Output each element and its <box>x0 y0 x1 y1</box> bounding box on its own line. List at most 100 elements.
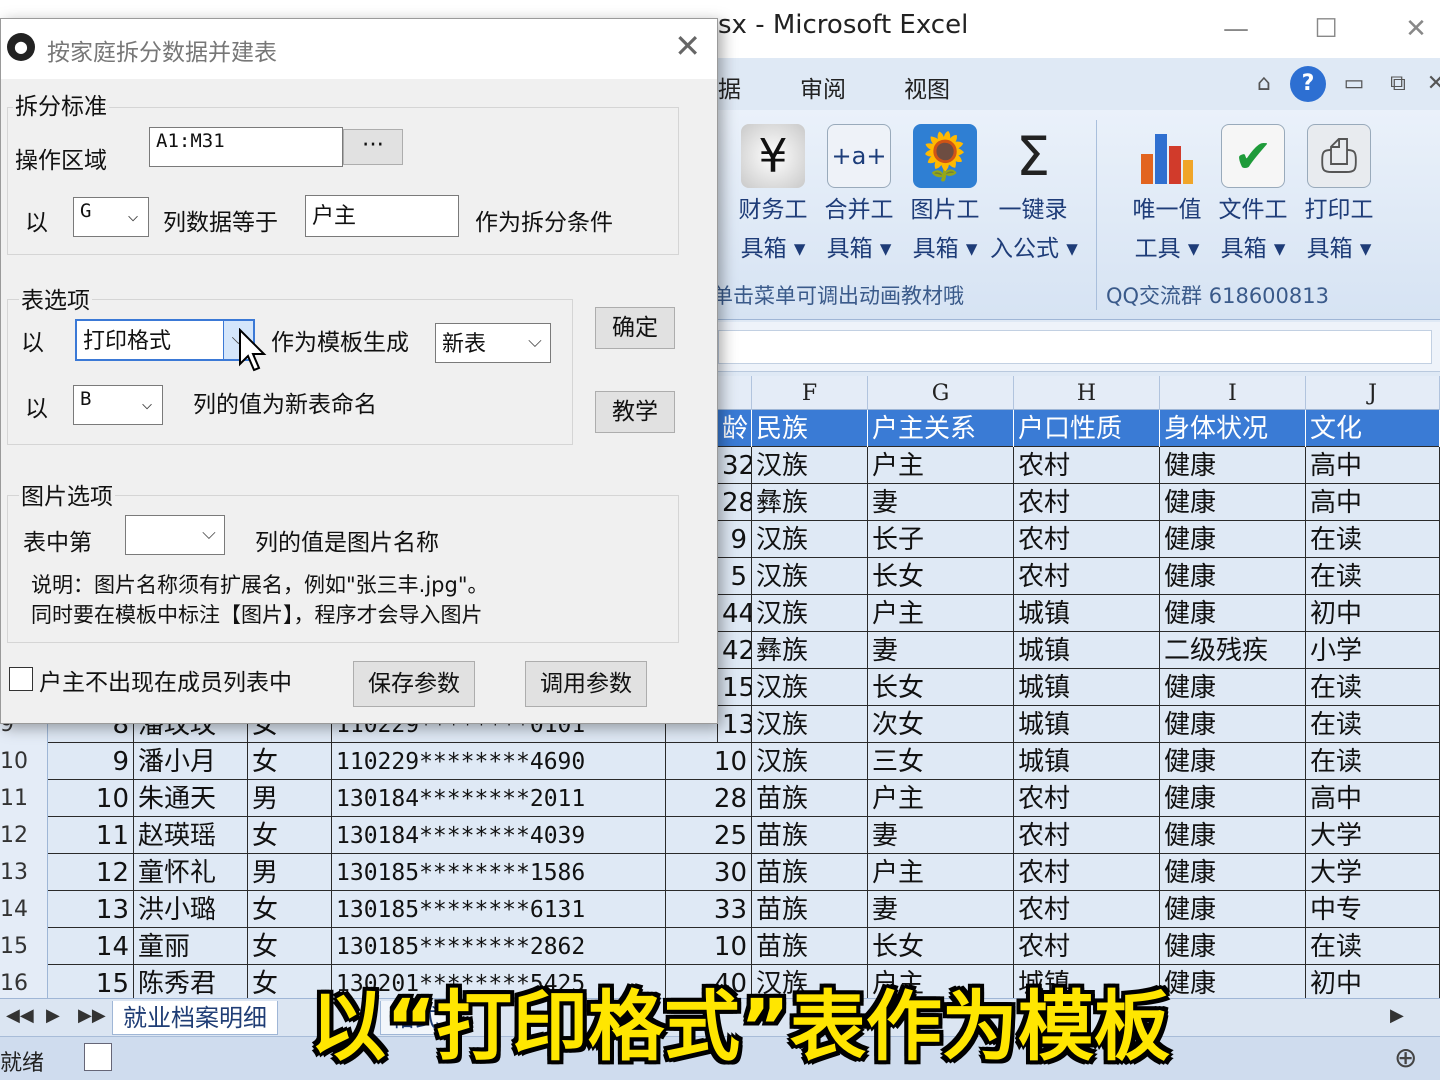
restore-icon[interactable]: ⧉ <box>1380 66 1416 102</box>
table-cell[interactable]: 33 <box>666 891 752 928</box>
table-cell[interactable]: 在读 <box>1306 743 1440 780</box>
macro-record-icon[interactable] <box>84 1043 112 1071</box>
table-cell[interactable]: 朱通天 <box>134 780 248 817</box>
table-cell[interactable]: 赵瑛瑶 <box>134 817 248 854</box>
table-cell[interactable]: 三女 <box>868 743 1014 780</box>
table-cell[interactable]: 健康 <box>1160 521 1306 558</box>
table-cell[interactable]: 妻 <box>868 891 1014 928</box>
table-cell[interactable]: 高中 <box>1306 447 1440 484</box>
header-cell[interactable]: 文化 <box>1306 410 1440 447</box>
collapse-ribbon-icon[interactable]: ⌂ <box>1246 66 1282 102</box>
header-cell[interactable]: 龄 <box>718 410 752 447</box>
table-cell[interactable]: 15 <box>718 669 752 706</box>
table-cell[interactable]: 男 <box>248 854 332 891</box>
table-cell[interactable]: 10 <box>666 743 752 780</box>
template-select[interactable]: 打印格式 ⌵ <box>75 319 255 361</box>
row-header[interactable]: 12 <box>0 817 48 854</box>
table-cell[interactable]: 妻 <box>868 817 1014 854</box>
table-cell[interactable]: 高中 <box>1306 484 1440 521</box>
help-icon[interactable]: ? <box>1290 66 1326 102</box>
table-cell[interactable]: 10 <box>666 928 752 965</box>
column-header-f[interactable]: F <box>752 376 868 410</box>
table-cell[interactable]: 健康 <box>1160 706 1306 743</box>
table-cell[interactable]: 户主 <box>868 447 1014 484</box>
row-header[interactable]: 16 <box>0 965 48 1002</box>
name-column-select[interactable]: B ⌵ <box>73 385 163 425</box>
table-cell[interactable]: 长女 <box>868 928 1014 965</box>
row-header[interactable]: 15 <box>0 928 48 965</box>
browse-button[interactable]: ··· <box>343 129 403 165</box>
table-cell[interactable]: 苗族 <box>752 854 868 891</box>
table-cell[interactable]: 苗族 <box>752 891 868 928</box>
table-cell[interactable]: 30 <box>666 854 752 891</box>
table-cell[interactable]: 小学 <box>1306 632 1440 669</box>
finance-tools-button[interactable]: ¥ 财务工 具箱 ▾ <box>730 124 816 266</box>
target-select[interactable]: 新表 ⌵ <box>435 323 551 363</box>
scroll-right-icon[interactable]: ▶ <box>1390 1005 1404 1026</box>
column-header-j[interactable]: J <box>1306 376 1440 410</box>
table-cell[interactable]: 44 <box>718 595 752 632</box>
table-cell[interactable]: 在读 <box>1306 521 1440 558</box>
table-cell[interactable]: 彝族 <box>752 484 868 521</box>
maximize-icon[interactable]: ☐ <box>1306 10 1346 48</box>
table-cell[interactable]: 户主 <box>868 780 1014 817</box>
table-cell[interactable]: 健康 <box>1160 965 1306 1002</box>
table-cell[interactable]: 童丽 <box>134 928 248 965</box>
table-cell[interactable]: 初中 <box>1306 965 1440 1002</box>
table-cell[interactable]: 健康 <box>1160 669 1306 706</box>
table-cell[interactable]: 妻 <box>868 484 1014 521</box>
table-cell[interactable]: 长女 <box>868 669 1014 706</box>
ok-button[interactable]: 确定 <box>595 307 675 349</box>
column-header-h[interactable]: H <box>1014 376 1160 410</box>
table-cell[interactable]: 13 <box>718 706 752 743</box>
table-cell[interactable]: 健康 <box>1160 854 1306 891</box>
table-cell[interactable]: 苗族 <box>752 928 868 965</box>
menu-item-review[interactable]: 审阅 <box>800 70 846 104</box>
table-cell[interactable]: 城镇 <box>1014 632 1160 669</box>
menu-item-data[interactable]: 据 <box>718 70 741 104</box>
table-cell[interactable]: 女 <box>248 891 332 928</box>
table-cell[interactable]: 大学 <box>1306 854 1440 891</box>
table-cell[interactable]: 农村 <box>1014 854 1160 891</box>
table-cell[interactable]: 130185********6131 <box>332 891 666 928</box>
picture-tools-button[interactable]: 🌻 图片工 具箱 ▾ <box>902 124 988 266</box>
area-input[interactable]: A1:M31 <box>149 127 343 167</box>
table-cell[interactable]: 32 <box>718 447 752 484</box>
row-header[interactable]: 10 <box>0 743 48 780</box>
table-cell[interactable]: 农村 <box>1014 521 1160 558</box>
table-cell[interactable]: 汉族 <box>752 706 868 743</box>
table-cell[interactable]: 28 <box>666 780 752 817</box>
table-cell[interactable]: 农村 <box>1014 484 1160 521</box>
table-cell[interactable]: 在读 <box>1306 669 1440 706</box>
table-cell[interactable]: 汉族 <box>752 447 868 484</box>
close-icon[interactable]: ✕ <box>1396 10 1436 48</box>
table-cell[interactable]: 苗族 <box>752 780 868 817</box>
table-cell[interactable]: 城镇 <box>1014 706 1160 743</box>
table-cell[interactable]: 130185********2862 <box>332 928 666 965</box>
row-header[interactable]: 11 <box>0 780 48 817</box>
close-icon[interactable]: ✕ <box>1418 66 1440 102</box>
table-cell[interactable]: 男 <box>248 780 332 817</box>
table-cell[interactable]: 42 <box>718 632 752 669</box>
header-cell[interactable]: 户口性质 <box>1014 410 1160 447</box>
row-header[interactable]: 14 <box>0 891 48 928</box>
table-cell[interactable]: 次女 <box>868 706 1014 743</box>
row-header[interactable]: 13 <box>0 854 48 891</box>
table-cell[interactable]: 健康 <box>1160 928 1306 965</box>
table-cell[interactable]: 130184********2011 <box>332 780 666 817</box>
table-cell[interactable]: 农村 <box>1014 891 1160 928</box>
table-cell[interactable]: 二级残疾 <box>1160 632 1306 669</box>
table-cell[interactable]: 潘小月 <box>134 743 248 780</box>
table-cell[interactable]: 在读 <box>1306 928 1440 965</box>
table-cell[interactable]: 洪小璐 <box>134 891 248 928</box>
table-cell[interactable]: 健康 <box>1160 743 1306 780</box>
merge-tools-button[interactable]: +a+ 合并工 具箱 ▾ <box>816 124 902 266</box>
table-cell[interactable]: 13 <box>48 891 134 928</box>
next-sheet-icon[interactable]: ▶ <box>46 1005 60 1026</box>
table-cell[interactable]: 城镇 <box>1014 669 1160 706</box>
table-cell[interactable]: 健康 <box>1160 595 1306 632</box>
table-cell[interactable]: 9 <box>718 521 752 558</box>
load-params-button[interactable]: 调用参数 <box>525 661 647 707</box>
column-header-g[interactable]: G <box>868 376 1014 410</box>
table-cell[interactable]: 城镇 <box>1014 595 1160 632</box>
